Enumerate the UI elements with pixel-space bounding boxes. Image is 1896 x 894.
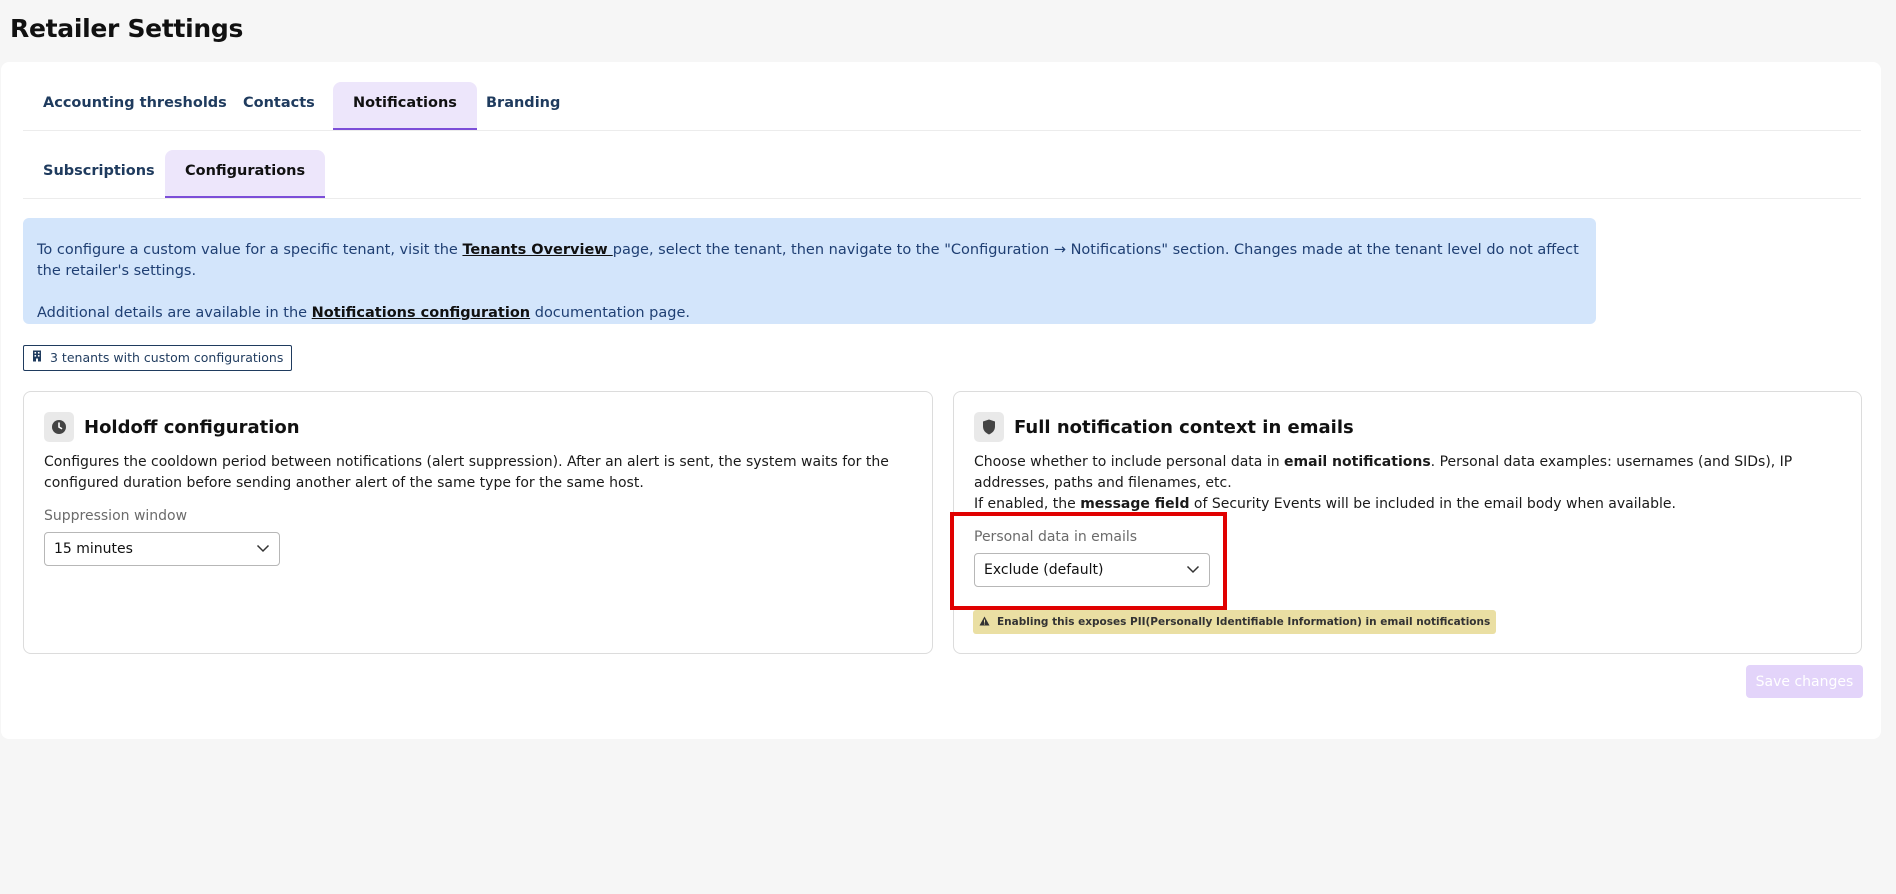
full-context-title: Full notification context in emails [1014, 416, 1354, 438]
full-context-description: Choose whether to include personal data … [974, 452, 1831, 515]
holdoff-header: Holdoff configuration [44, 412, 300, 442]
info-text: To configure a custom value for a specif… [37, 242, 463, 258]
tab-configurations[interactable]: Configurations [165, 150, 326, 198]
suppression-window-select[interactable]: 15 minutes [44, 532, 280, 566]
suppression-window-label: Suppression window [44, 508, 188, 524]
tab-notifications[interactable]: Notifications [333, 82, 477, 130]
tab-contacts[interactable]: Contacts [223, 82, 335, 130]
info-banner: To configure a custom value for a specif… [23, 218, 1596, 324]
full-context-header: Full notification context in emails [974, 412, 1354, 442]
tab-branding[interactable]: Branding [466, 82, 580, 130]
tenant-badge-label: 3 tenants with custom configurations [50, 350, 284, 365]
pii-warning-badge: Enabling this exposes PII(Personally Ide… [973, 610, 1497, 634]
warning-icon [979, 616, 990, 629]
page-title: Retailer Settings [10, 14, 244, 43]
settings-card: Accounting thresholds Contacts Notificat… [1, 62, 1881, 739]
info-text: documentation page. [530, 305, 690, 321]
main-tab-bar: Accounting thresholds Contacts Notificat… [23, 82, 1861, 131]
building-icon [32, 346, 42, 370]
highlight-box [950, 512, 1227, 610]
holdoff-panel: Holdoff configuration Configures the coo… [23, 391, 933, 654]
tab-subscriptions[interactable]: Subscriptions [23, 150, 175, 198]
desc-bold: message field [1080, 496, 1190, 512]
info-line-tenants: To configure a custom value for a specif… [37, 240, 1582, 282]
suppression-window-value: 15 minutes [54, 541, 133, 557]
desc-text: Choose whether to include personal data … [974, 454, 1285, 470]
desc-text: If enabled, the [974, 496, 1081, 512]
chevron-down-icon [256, 541, 270, 557]
pii-warning-text: Enabling this exposes PII(Personally Ide… [997, 616, 1491, 628]
holdoff-description: Configures the cooldown period between n… [44, 454, 889, 491]
holdoff-title: Holdoff configuration [84, 416, 300, 438]
tenants-custom-config-badge[interactable]: 3 tenants with custom configurations [23, 345, 293, 371]
sub-tab-bar: Subscriptions Configurations [23, 150, 1861, 199]
tenants-overview-link[interactable]: Tenants Overview [462, 242, 612, 258]
desc-bold: email notifications [1284, 454, 1431, 470]
shield-icon [974, 412, 1004, 442]
notifications-configuration-link[interactable]: Notifications configuration [312, 305, 530, 321]
tab-accounting-thresholds[interactable]: Accounting thresholds [23, 82, 247, 130]
info-text: Additional details are available in the [37, 305, 312, 321]
desc-text: of Security Events will be included in t… [1189, 496, 1676, 512]
clock-icon [44, 412, 74, 442]
save-changes-button[interactable]: Save changes [1746, 665, 1863, 698]
info-line-docs: Additional details are available in the … [37, 303, 1582, 324]
